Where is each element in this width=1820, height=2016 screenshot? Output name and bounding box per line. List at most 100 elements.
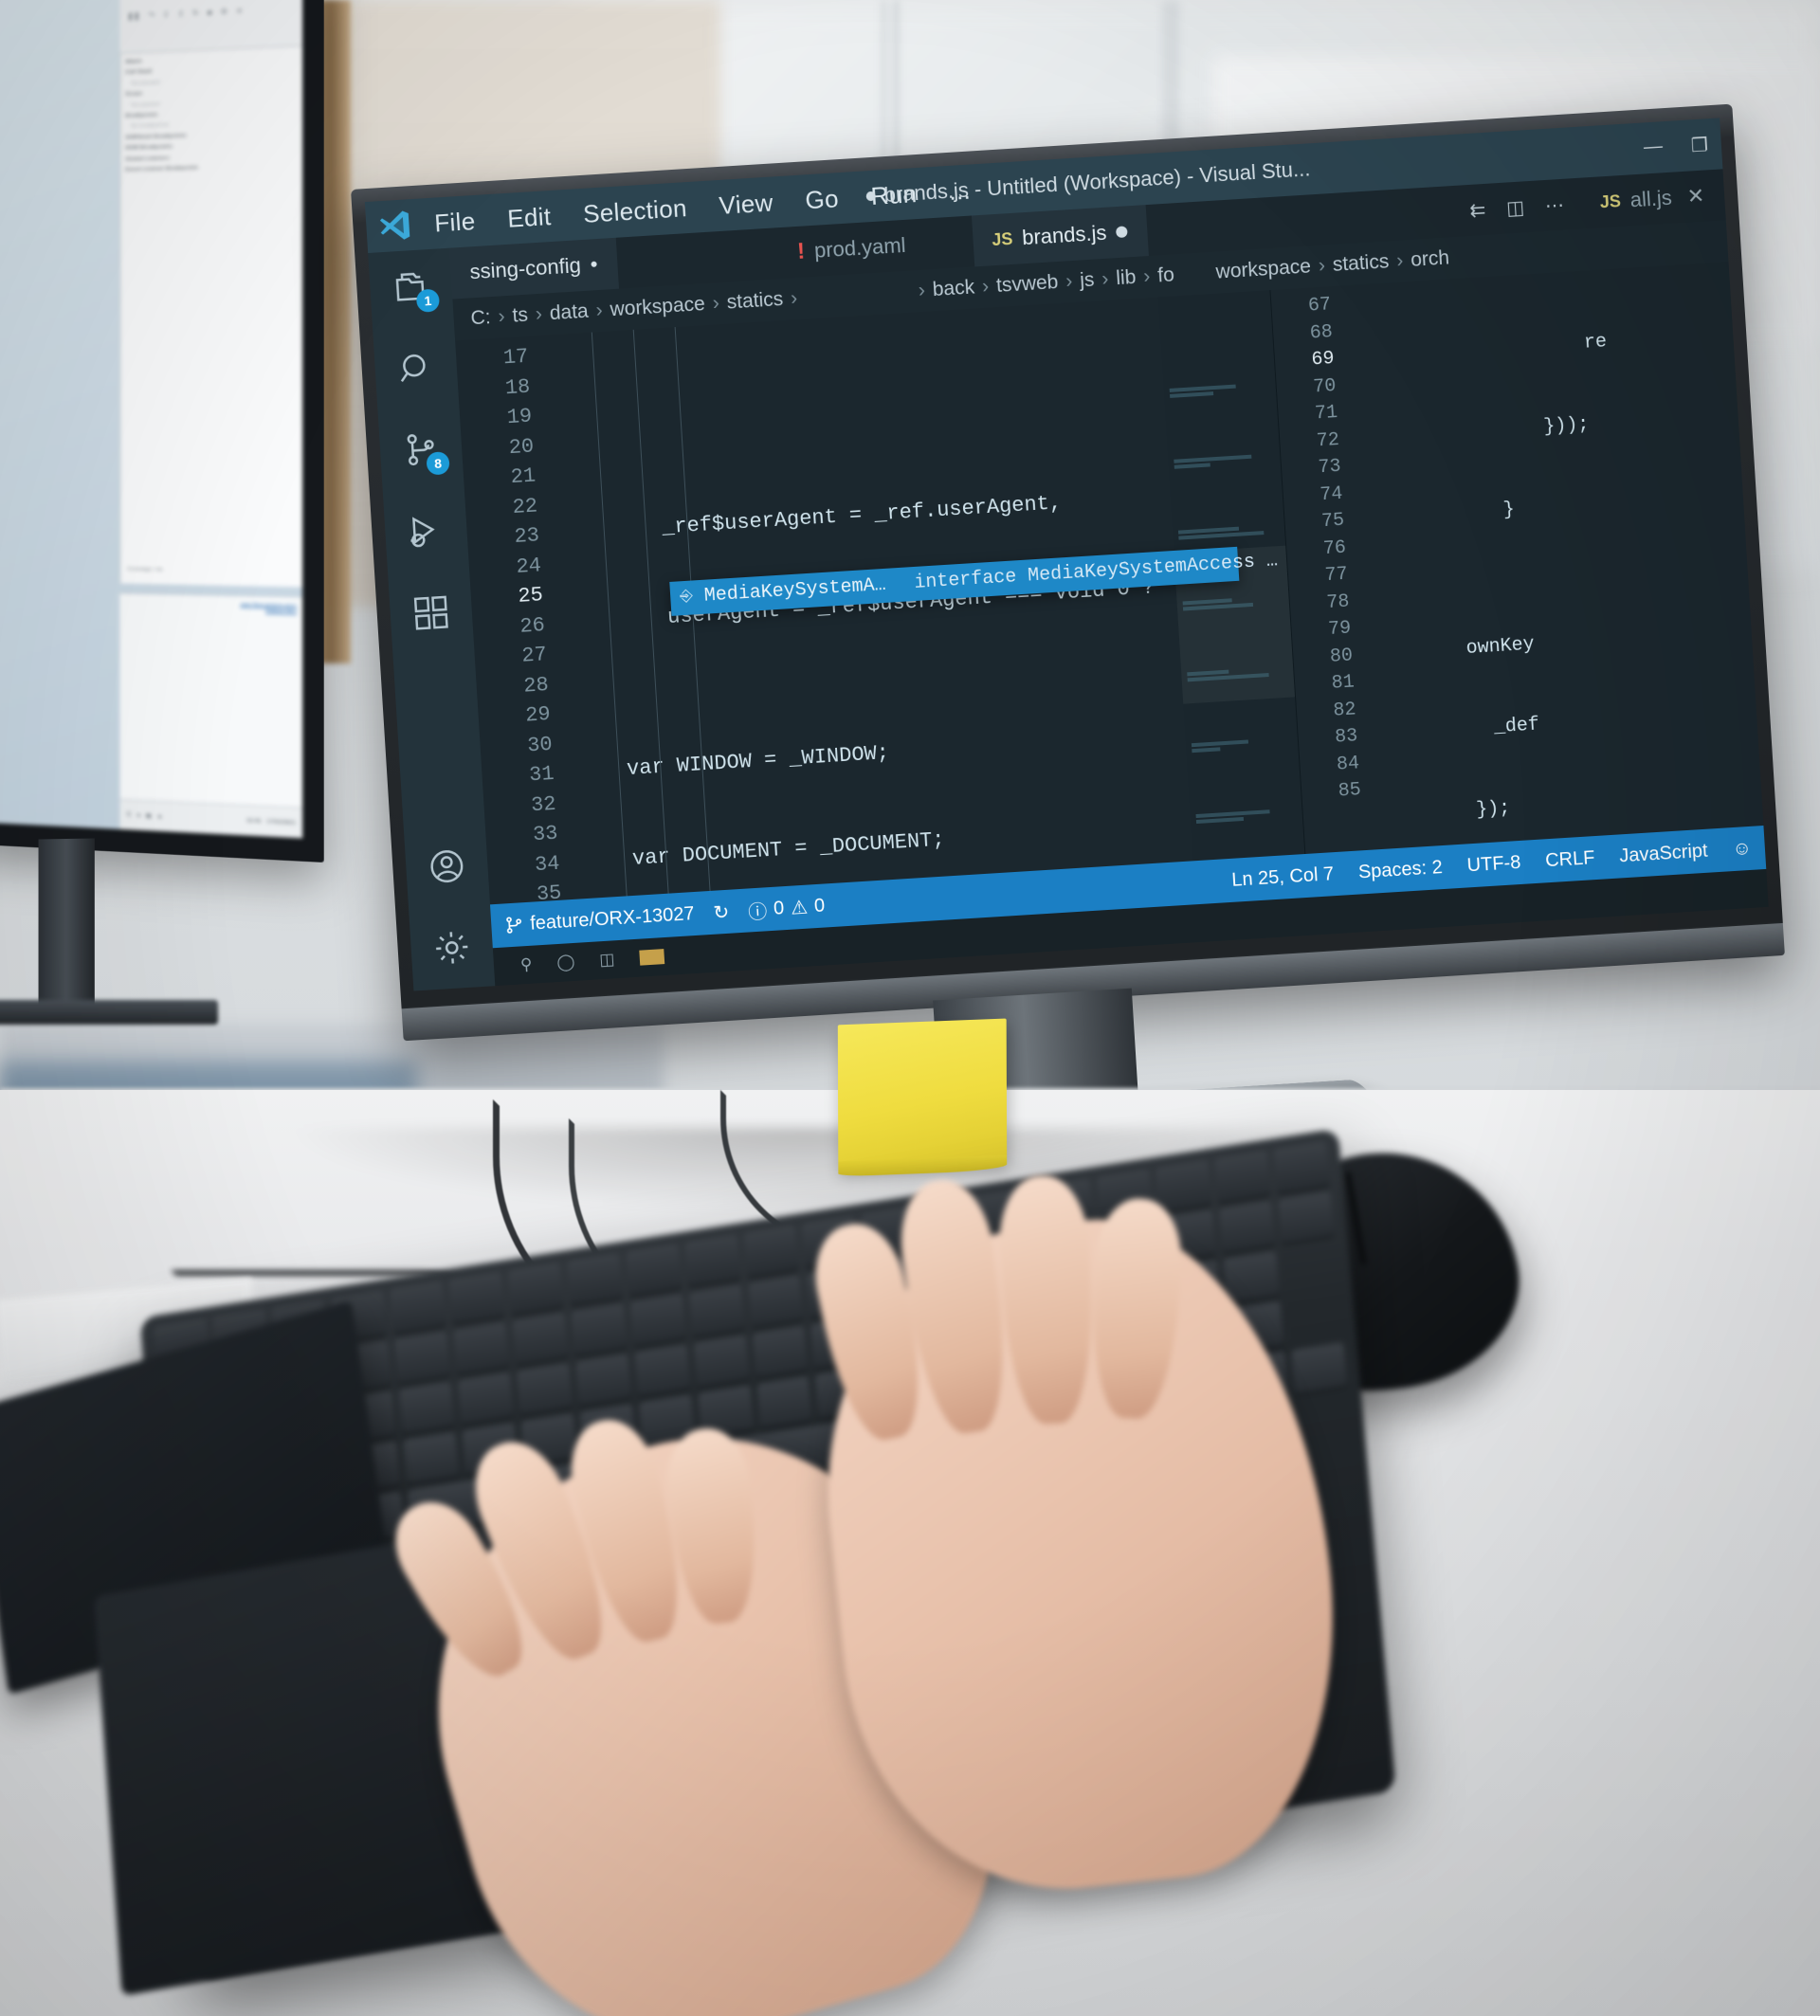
activity-account-button[interactable] <box>424 844 470 890</box>
breadcrumb-segment[interactable]: orch <box>1410 246 1449 271</box>
vscode-taskbar-icon[interactable] <box>638 949 664 966</box>
code-line: ownKey <box>1374 633 1536 665</box>
line-number: 24 <box>515 553 542 579</box>
breadcrumb-segment[interactable]: back <box>932 276 975 301</box>
code-line: _def <box>1379 714 1540 746</box>
code-line: })); <box>1361 413 1591 449</box>
breadcrumb-segment[interactable]: statics <box>726 288 784 315</box>
key <box>452 1322 509 1375</box>
activity-search-button[interactable] <box>392 346 439 392</box>
activity-extensions-button[interactable] <box>408 590 454 636</box>
vscode-logo-icon <box>379 210 410 240</box>
line-number: 18 <box>504 374 531 400</box>
editor-tab-actions[interactable]: ⇇ ◫ ⋯ <box>1451 178 1583 237</box>
feedback-smiley-icon[interactable]: ☺ <box>1732 837 1753 860</box>
status-problems[interactable]: ⓘ 0 ⚠ 0 <box>747 892 826 924</box>
chevron-right-icon: › <box>1395 249 1404 272</box>
chevron-right-icon: › <box>497 305 506 328</box>
code-content[interactable]: re })); } ownKey _def }); <box>1345 262 1764 849</box>
task-view-icon[interactable]: ◫ <box>599 950 615 970</box>
line-number: 84 <box>1336 752 1360 776</box>
code-content[interactable]: _ref$userAgent = _ref.userAgent, userAge… <box>542 290 1305 899</box>
status-encoding[interactable]: UTF-8 <box>1466 851 1521 876</box>
taskbar-icon[interactable]: ● <box>136 812 140 818</box>
code-line: } <box>1366 499 1516 531</box>
source-control-branch-icon <box>506 917 521 934</box>
close-tab-icon[interactable]: ✕ <box>1686 184 1705 209</box>
line-number: 73 <box>1317 455 1342 480</box>
activity-run-debug-button[interactable] <box>403 508 449 554</box>
status-sync[interactable]: ↻ <box>713 899 730 924</box>
minimize-button[interactable]: — <box>1643 136 1664 160</box>
settings-gear-icon <box>436 932 468 964</box>
line-number: 75 <box>1320 509 1345 534</box>
more-actions-icon[interactable]: ⋯ <box>1544 192 1565 217</box>
status-warnings-count: 0 <box>813 895 826 917</box>
breadcrumb-segment[interactable]: workspace <box>610 293 706 321</box>
split-editor-right-icon[interactable]: ◫ <box>1505 195 1525 220</box>
line-number: 70 <box>1312 374 1337 399</box>
secondary-monitor-stand <box>38 838 95 1010</box>
status-language-mode[interactable]: JavaScript <box>1619 840 1709 867</box>
menu-edit[interactable]: Edit <box>506 202 552 234</box>
key <box>629 1294 686 1347</box>
breadcrumb-segment[interactable]: C: <box>470 306 491 330</box>
secondary-monitor-bezel: ❚❚ ↷ ↧ ↥ ↻ ■ ⚙ ✕ Watch Call Stack Not pa… <box>0 0 324 863</box>
breadcrumb-segment[interactable]: statics <box>1332 250 1390 277</box>
breadcrumb-segment[interactable]: data <box>549 300 589 325</box>
key <box>752 1326 809 1378</box>
line-number: 72 <box>1316 428 1340 452</box>
maximize-button[interactable]: ❐ <box>1690 133 1708 157</box>
status-indentation[interactable]: Spaces: 2 <box>1357 857 1443 883</box>
taskbar-icon[interactable]: ▣ <box>146 812 152 819</box>
tab-all-js[interactable]: JS all.js ✕ <box>1579 169 1726 229</box>
stop-icon: ■ <box>207 8 212 17</box>
menu-go[interactable]: Go <box>805 184 840 215</box>
line-number: 80 <box>1329 645 1354 668</box>
secondary-monitor: ❚❚ ↷ ↧ ↥ ↻ ■ ⚙ ✕ Watch Call Stack Not pa… <box>0 0 341 1025</box>
menu-view[interactable]: View <box>719 188 774 220</box>
editor-brands-js[interactable]: 17 18 19 20 21 22 23 24 25 26 27 28 29 3… <box>455 290 1305 906</box>
devtools-close-icon: ✕ <box>236 6 243 16</box>
vscode-main-area: 1 8 ssing-config • ! prod.yaml JS brands… <box>368 169 1769 991</box>
secondary-monitor-base <box>0 1000 218 1025</box>
tab-prod-yaml[interactable]: ! prod.yaml <box>776 218 928 280</box>
cortana-circle-icon[interactable]: ◯ <box>556 953 575 972</box>
code-line: re <box>1356 331 1608 369</box>
breadcrumb-segment[interactable]: workspace <box>1215 255 1312 283</box>
tab-label: all.js <box>1629 185 1673 212</box>
error-circle-icon: ⓘ <box>747 900 768 923</box>
chevron-right-icon: › <box>981 275 990 298</box>
taskbar-icon[interactable]: ▲ <box>157 813 163 819</box>
menu-selection[interactable]: Selection <box>582 193 687 229</box>
windows-search-icon[interactable]: ⚲ <box>519 955 533 975</box>
activity-explorer-button[interactable]: 1 <box>388 264 441 313</box>
primary-monitor: File Edit Selection View Go Run ... bran… <box>351 98 1820 1171</box>
tab-dirty-dot[interactable] <box>1115 226 1128 239</box>
run-and-debug-icon <box>410 517 435 548</box>
breadcrumb-segment[interactable]: js <box>1080 269 1096 293</box>
editor-all-js[interactable]: 67 68 69 70 71 72 73 74 75 76 77 78 79 8… <box>1269 262 1764 855</box>
window-controls[interactable]: — ❐ <box>1643 133 1708 160</box>
menu-file[interactable]: File <box>433 206 476 238</box>
line-number: 34 <box>534 851 561 877</box>
key <box>448 1272 505 1325</box>
activity-source-control-button[interactable]: 8 <box>398 427 450 476</box>
status-line-endings[interactable]: CRLF <box>1545 847 1596 872</box>
status-cursor-position[interactable]: Ln 25, Col 7 <box>1231 863 1335 892</box>
activity-settings-button[interactable] <box>428 925 475 972</box>
line-number-active: 25 <box>517 583 544 608</box>
line-number: 71 <box>1314 402 1338 426</box>
key <box>389 1281 446 1334</box>
sync-changes-icon: ↻ <box>712 901 730 924</box>
taskbar-icon[interactable]: ☰ <box>126 811 131 818</box>
chevron-right-icon: › <box>1101 267 1110 291</box>
split-editor-down-icon[interactable]: ⇇ <box>1469 197 1486 222</box>
key <box>693 1335 750 1388</box>
breadcrumb-segment[interactable]: fo <box>1157 263 1175 287</box>
breadcrumb-segment[interactable]: ts <box>512 304 529 328</box>
line-number: 20 <box>507 434 535 460</box>
breadcrumb-segment[interactable]: tsvweb <box>995 271 1059 298</box>
breadcrumb-segment[interactable]: lib <box>1116 266 1137 290</box>
